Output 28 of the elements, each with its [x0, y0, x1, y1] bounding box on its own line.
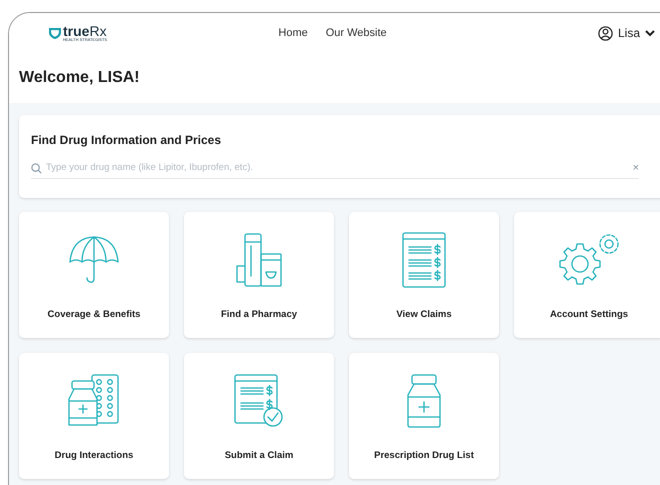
- tile-label: Submit a Claim: [224, 449, 294, 463]
- shield-icon: [49, 28, 61, 38]
- feature-tile[interactable]: Find a Pharmacy: [184, 212, 334, 338]
- medicine-bottle-icon: [406, 373, 442, 429]
- feature-tile[interactable]: Drug Interactions: [19, 353, 169, 479]
- tile-label: Prescription Drug List: [374, 449, 474, 463]
- nav-link[interactable]: Home: [278, 24, 308, 42]
- user-menu[interactable]: Lisa: [598, 24, 655, 42]
- welcome-heading: Welcome, LISA!: [19, 68, 140, 88]
- tile-label: Account Settings: [550, 308, 628, 322]
- search-card-title: Find Drug Information and Prices: [31, 132, 222, 149]
- brand-name: trueRx: [63, 24, 108, 38]
- feature-tile[interactable]: Coverage & Benefits: [19, 212, 169, 338]
- user-icon: [598, 26, 613, 40]
- nav-link[interactable]: Our Website: [326, 24, 387, 42]
- feature-tile[interactable]: Account Settings: [514, 212, 660, 338]
- tile-label: Drug Interactions: [54, 449, 134, 463]
- chevron-down-icon: [645, 29, 655, 37]
- feature-tile[interactable]: View Claims: [349, 212, 499, 338]
- tile-label: Find a Pharmacy: [220, 308, 298, 322]
- feature-tile[interactable]: Submit a Claim: [184, 353, 334, 479]
- umbrella-icon: [68, 234, 120, 286]
- claim-form-check-icon: [233, 373, 285, 429]
- feature-tile[interactable]: Prescription Drug List: [349, 353, 499, 479]
- search-icon: [31, 162, 42, 174]
- tile-label: View Claims: [396, 308, 452, 322]
- invoice-icon: [401, 231, 447, 289]
- tile-label: Coverage & Benefits: [48, 308, 140, 322]
